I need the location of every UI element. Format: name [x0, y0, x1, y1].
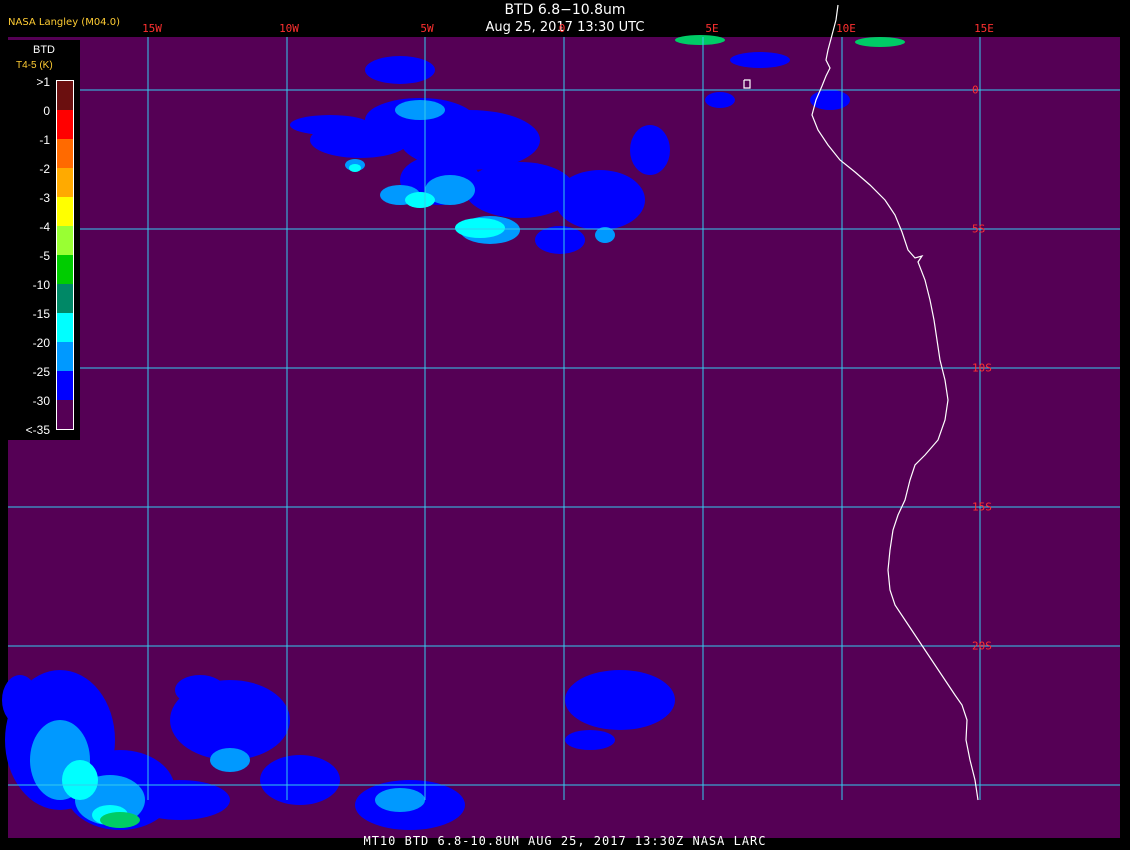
legend-title: BTD — [33, 44, 55, 56]
cloud-patch — [375, 788, 425, 812]
latitude-label: 15S — [972, 500, 992, 514]
legend-swatch — [57, 371, 73, 400]
latitude-label: 0 — [972, 83, 979, 97]
longitude-label: 10W — [279, 22, 299, 35]
cloud-patch — [535, 226, 585, 254]
legend-units: T4-5 (K) — [16, 60, 53, 71]
cloud-patch — [290, 115, 370, 135]
latitude-label: 20S — [972, 639, 992, 653]
cloud-patch — [730, 52, 790, 68]
legend-swatch — [57, 139, 73, 168]
cloud-patch — [175, 675, 225, 705]
legend-label: >1 — [36, 75, 50, 89]
legend-label: -4 — [39, 220, 50, 234]
legend-label: -25 — [32, 365, 50, 379]
legend-swatch — [57, 255, 73, 284]
cloud-patch — [395, 100, 445, 120]
cloud-patch-green — [855, 37, 905, 47]
legend-swatch — [57, 313, 73, 342]
satellite-map[interactable] — [0, 0, 1130, 850]
longitude-label: 15E — [974, 22, 994, 35]
legend-label: -5 — [39, 249, 50, 263]
cloud-patch — [405, 192, 435, 208]
latitude-label: 10S — [972, 361, 992, 375]
legend-label: <-35 — [25, 423, 50, 437]
legend-label: -15 — [32, 307, 50, 321]
satellite-image-viewer: BTD 6.8−10.8um Aug 25, 2017 13:30 UTC NA… — [0, 0, 1130, 850]
product-title: BTD 6.8−10.8um — [504, 2, 626, 18]
legend-label: -30 — [32, 394, 50, 408]
cloud-patch — [62, 760, 98, 800]
legend-swatch — [57, 226, 73, 255]
legend-label: -20 — [32, 336, 50, 350]
legend-swatch — [57, 400, 73, 429]
organization-label: NASA Langley (M04.0) — [8, 17, 120, 28]
cloud-patch — [455, 218, 505, 238]
color-legend: BTD T4-5 (K) >1 0 -1 -2 -3 -4 -5 -10 -15 -20 -25 -3… — [8, 40, 80, 440]
legend-swatch — [57, 81, 73, 110]
cloud-patch — [705, 92, 735, 108]
legend-swatch — [57, 342, 73, 371]
legend-label: -3 — [39, 191, 50, 205]
cloud-patch — [565, 670, 675, 730]
cloud-patch — [349, 164, 361, 172]
legend-swatch — [57, 284, 73, 313]
legend-label: -10 — [32, 278, 50, 292]
longitude-label: 15W — [142, 22, 162, 35]
legend-label: -1 — [39, 133, 50, 147]
cloud-patch — [260, 755, 340, 805]
cloud-patch-green — [100, 812, 140, 828]
longitude-label: 10E — [836, 22, 856, 35]
cloud-patch-green — [675, 35, 725, 45]
cloud-patch — [555, 170, 645, 230]
longitude-label: 5E — [705, 22, 719, 35]
latitude-label: 5S — [972, 222, 986, 236]
cloud-patch — [565, 730, 615, 750]
legend-label: -2 — [39, 162, 50, 176]
cloud-patch — [630, 125, 670, 175]
footer-caption: MT10 BTD 6.8-10.8UM AUG 25, 2017 13:30Z … — [363, 834, 767, 848]
cloud-patch — [210, 748, 250, 772]
cloud-patch — [2, 675, 38, 725]
longitude-label: 0 — [558, 22, 566, 35]
legend-color-bar — [56, 80, 74, 430]
legend-swatch — [57, 197, 73, 226]
legend-label: 0 — [43, 104, 50, 118]
legend-swatch — [57, 168, 73, 197]
longitude-label: 5W — [420, 22, 434, 35]
legend-swatch — [57, 110, 73, 139]
